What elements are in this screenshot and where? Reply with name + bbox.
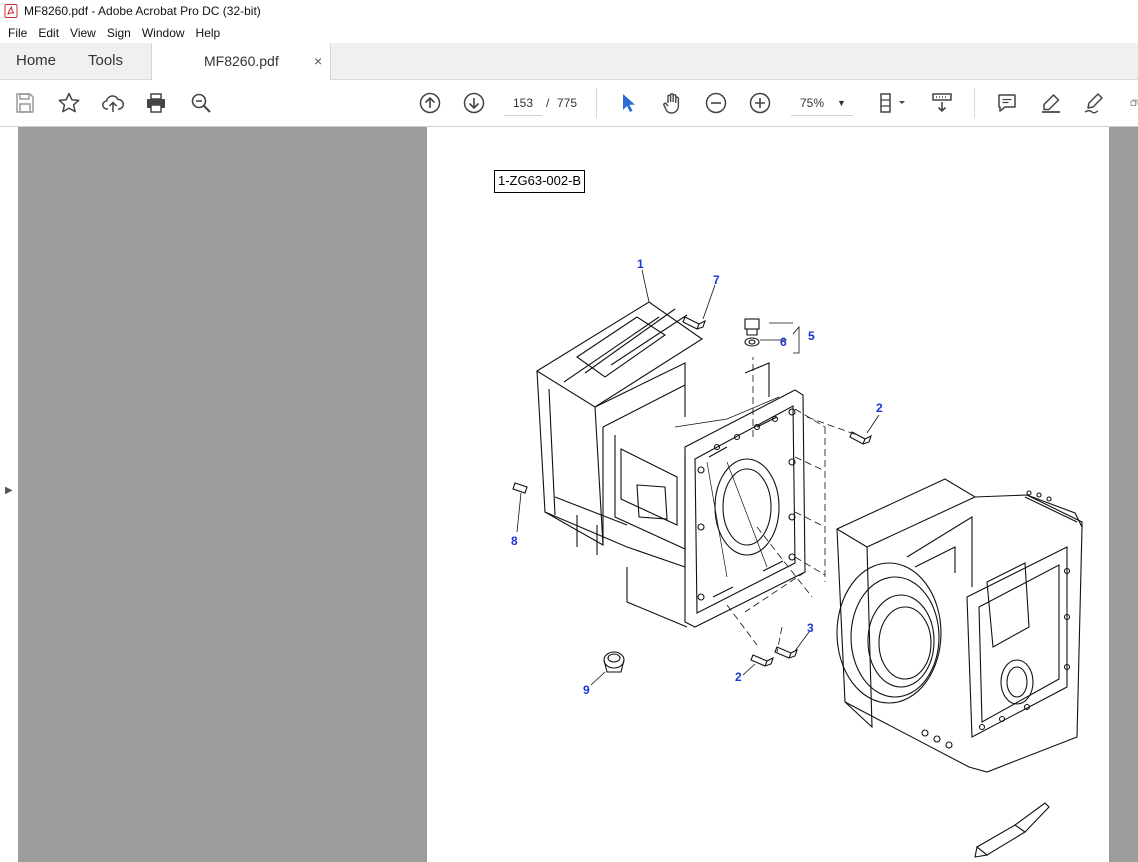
document-viewer[interactable]: ▶ 1 7 5 6 2 8 3 2 9 1-ZG63-002-B <box>0 127 1138 862</box>
tab-document[interactable]: MF8260.pdf × <box>151 43 331 80</box>
expand-panel-icon[interactable]: ▶ <box>5 485 13 496</box>
left-panel-toggle-strip[interactable]: ▶ <box>0 127 18 862</box>
save-icon[interactable] <box>12 90 38 116</box>
housing-part <box>535 301 703 628</box>
select-cursor-icon[interactable] <box>615 90 641 116</box>
zoom-out-icon[interactable] <box>703 90 729 116</box>
callout-label: 9 <box>583 683 590 697</box>
chevron-down-icon: ▼ <box>837 98 846 108</box>
scroll-mode-icon[interactable] <box>929 90 955 116</box>
page-down-icon[interactable] <box>461 90 487 116</box>
toolbar-divider <box>596 88 597 118</box>
callout-label: 6 <box>780 335 787 349</box>
tab-bar: Home Tools MF8260.pdf × <box>0 43 1138 80</box>
callout-label: 3 <box>807 621 814 635</box>
zoom-in-icon[interactable] <box>747 90 773 116</box>
callout-label: 1 <box>637 257 644 271</box>
window-title: MF8260.pdf - Adobe Acrobat Pro DC (32-bi… <box>24 4 261 18</box>
menu-bar: File Edit View Sign Window Help <box>0 22 1138 43</box>
sign-pen-icon[interactable] <box>1081 90 1107 116</box>
hand-icon[interactable] <box>659 90 685 116</box>
tab-home[interactable]: Home <box>16 43 56 79</box>
tab-document-label: MF8260.pdf <box>204 53 279 69</box>
menu-edit[interactable]: Edit <box>34 26 63 40</box>
title-bar: MF8260.pdf - Adobe Acrobat Pro DC (32-bi… <box>0 0 1138 22</box>
transmission-housing <box>836 478 1083 773</box>
page-total: 775 <box>557 96 578 110</box>
drawing-code-label: 1-ZG63-002-B <box>494 170 586 193</box>
upload-icon[interactable] <box>100 90 126 116</box>
search-zoom-icon[interactable] <box>188 90 214 116</box>
menu-window[interactable]: Window <box>138 26 189 40</box>
callout-label: 2 <box>735 670 742 684</box>
flange-plate <box>674 362 806 628</box>
toolbar-divider <box>974 88 975 118</box>
menu-view[interactable]: View <box>66 26 100 40</box>
page-fit-icon[interactable] <box>875 90 909 116</box>
pdf-page: 1 7 5 6 2 8 3 2 9 1-ZG63-002-B <box>427 127 1109 862</box>
print-icon[interactable] <box>143 90 169 116</box>
more-tools-icon[interactable] <box>1122 90 1138 116</box>
callout-label: 7 <box>713 273 720 287</box>
bookmark-star-icon[interactable] <box>56 90 82 116</box>
fastener-parts <box>512 316 1050 858</box>
assembly-guide-lines <box>726 357 858 653</box>
acrobat-logo-icon <box>4 4 18 18</box>
exploded-parts-diagram: 1 7 5 6 2 8 3 2 9 <box>511 257 1083 858</box>
zoom-dropdown[interactable]: 75% ▼ <box>791 90 853 116</box>
tab-tools[interactable]: Tools <box>88 43 123 79</box>
highlight-pen-icon[interactable] <box>1038 90 1064 116</box>
zoom-value: 75% <box>800 96 825 110</box>
page-number-input[interactable]: 153 <box>504 90 542 116</box>
callout-label: 2 <box>876 401 883 415</box>
menu-help[interactable]: Help <box>192 26 225 40</box>
callout-label: 5 <box>808 329 815 343</box>
viewer-canvas-right <box>1109 127 1138 862</box>
callout-label: 8 <box>511 534 518 548</box>
page-separator: / <box>546 96 550 110</box>
tab-close-icon[interactable]: × <box>314 43 322 79</box>
comment-icon[interactable] <box>994 90 1020 116</box>
menu-file[interactable]: File <box>4 26 31 40</box>
page-up-icon[interactable] <box>417 90 443 116</box>
menu-sign[interactable]: Sign <box>103 26 135 40</box>
toolbar: 153 / 775 75% ▼ <box>0 80 1138 127</box>
